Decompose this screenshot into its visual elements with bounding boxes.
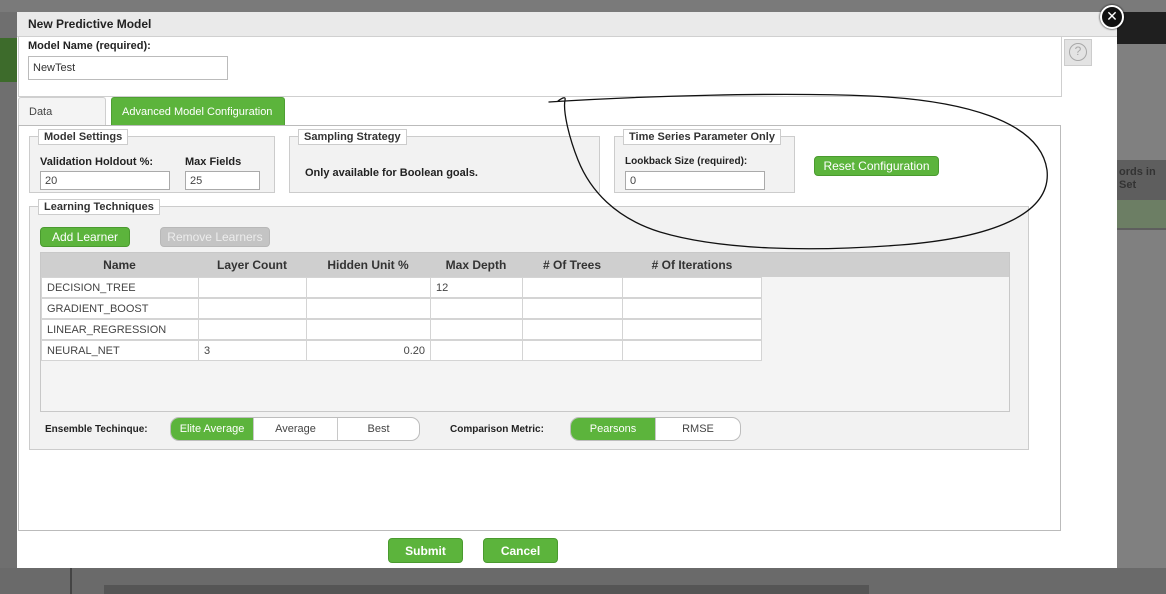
- cell-trees[interactable]: [522, 319, 623, 340]
- ensemble-technique-label: Ensemble Techinque:: [45, 424, 148, 435]
- cell-name[interactable]: DECISION_TREE: [41, 277, 199, 298]
- background-right-text: ords in Set: [1119, 166, 1156, 191]
- cell-trees[interactable]: [522, 298, 623, 319]
- cell-max-depth[interactable]: [430, 340, 523, 361]
- comparison-option-pearsons[interactable]: Pearsons: [571, 418, 656, 440]
- comparison-metric-label: Comparison Metric:: [450, 424, 544, 435]
- time-series-legend: Time Series Parameter Only: [623, 129, 781, 145]
- ensemble-option-elite-average[interactable]: Elite Average: [171, 418, 254, 440]
- cell-iterations[interactable]: [622, 277, 762, 298]
- column-header-layer-count[interactable]: Layer Count: [198, 253, 306, 277]
- model-name-input[interactable]: [28, 56, 228, 80]
- background-bottom-line: [70, 568, 72, 594]
- cell-trees[interactable]: [522, 340, 623, 361]
- column-header-iterations[interactable]: # Of Iterations: [622, 253, 762, 277]
- validation-holdout-input[interactable]: [40, 171, 170, 190]
- ensemble-technique-toggle: Elite Average Average Best: [170, 417, 420, 441]
- learners-table: Name Layer Count Hidden Unit % Max Depth…: [40, 252, 1010, 412]
- sampling-strategy-legend: Sampling Strategy: [298, 129, 407, 145]
- column-header-trees[interactable]: # Of Trees: [522, 253, 622, 277]
- validation-holdout-label: Validation Holdout %:: [40, 156, 154, 168]
- predictive-model-dialog: New Predictive Model Model Name (require…: [17, 12, 1117, 568]
- column-header-name[interactable]: Name: [41, 253, 198, 277]
- close-icon: ✕: [1106, 8, 1118, 24]
- dialog-header: New Predictive Model: [17, 12, 1117, 37]
- help-icon: ?: [1069, 43, 1087, 61]
- comparison-metric-toggle: Pearsons RMSE: [570, 417, 741, 441]
- ensemble-option-best[interactable]: Best: [338, 418, 419, 440]
- cell-hidden-unit[interactable]: [306, 277, 431, 298]
- cell-name[interactable]: NEURAL_NET: [41, 340, 199, 361]
- sampling-strategy-group: Sampling Strategy Only available for Boo…: [289, 129, 600, 193]
- model-name-label: Model Name (required):: [28, 40, 151, 52]
- background-right-area: [1117, 12, 1166, 594]
- ensemble-option-average[interactable]: Average: [254, 418, 338, 440]
- background-green-bar: [0, 38, 18, 82]
- background-right-dark: [1117, 12, 1166, 44]
- reset-configuration-button[interactable]: Reset Configuration: [814, 156, 939, 176]
- cell-hidden-unit[interactable]: [306, 298, 431, 319]
- model-settings-group: Model Settings Validation Holdout %: Max…: [29, 129, 275, 193]
- learners-table-header: Name Layer Count Hidden Unit % Max Depth…: [41, 253, 1009, 277]
- model-settings-legend: Model Settings: [38, 129, 129, 145]
- column-header-hidden-unit[interactable]: Hidden Unit %: [306, 253, 430, 277]
- cell-max-depth[interactable]: 12: [430, 277, 523, 298]
- background-bottom-bar: [104, 585, 869, 594]
- column-header-max-depth[interactable]: Max Depth: [430, 253, 522, 277]
- cell-layer-count[interactable]: 3: [198, 340, 307, 361]
- submit-button[interactable]: Submit: [388, 538, 463, 563]
- cell-max-depth[interactable]: [430, 319, 523, 340]
- comparison-option-rmse[interactable]: RMSE: [656, 418, 740, 440]
- cancel-button[interactable]: Cancel: [483, 538, 558, 563]
- cell-layer-count[interactable]: [198, 319, 307, 340]
- cell-layer-count[interactable]: [198, 277, 307, 298]
- cell-iterations[interactable]: [622, 298, 762, 319]
- add-learner-button[interactable]: Add Learner: [40, 227, 130, 247]
- close-dialog-button[interactable]: ✕: [1100, 5, 1124, 29]
- cell-hidden-unit[interactable]: 0.20: [306, 340, 431, 361]
- cell-name[interactable]: LINEAR_REGRESSION: [41, 319, 199, 340]
- remove-learners-button[interactable]: Remove Learners: [160, 227, 270, 247]
- cell-max-depth[interactable]: [430, 298, 523, 319]
- time-series-group: Time Series Parameter Only Lookback Size…: [614, 129, 795, 193]
- lookback-size-label: Lookback Size (required):: [625, 156, 748, 167]
- cell-layer-count[interactable]: [198, 298, 307, 319]
- help-button[interactable]: ?: [1064, 39, 1092, 66]
- lookback-size-input[interactable]: [625, 171, 765, 190]
- cell-trees[interactable]: [522, 277, 623, 298]
- max-fields-input[interactable]: [185, 171, 260, 190]
- cell-iterations[interactable]: [622, 319, 762, 340]
- dialog-title: New Predictive Model: [28, 17, 152, 31]
- sampling-message: Only available for Boolean goals.: [305, 167, 478, 179]
- background-right-strip: [1117, 200, 1166, 228]
- cell-name[interactable]: GRADIENT_BOOST: [41, 298, 199, 319]
- background-topbar: [0, 0, 1166, 12]
- max-fields-label: Max Fields: [185, 156, 242, 168]
- cell-iterations[interactable]: [622, 340, 762, 361]
- cell-hidden-unit[interactable]: [306, 319, 431, 340]
- tab-advanced-model-configuration[interactable]: Advanced Model Configuration: [111, 97, 285, 125]
- tab-data-selection[interactable]: Data Selection: [18, 97, 106, 146]
- learning-techniques-legend: Learning Techniques: [38, 199, 160, 215]
